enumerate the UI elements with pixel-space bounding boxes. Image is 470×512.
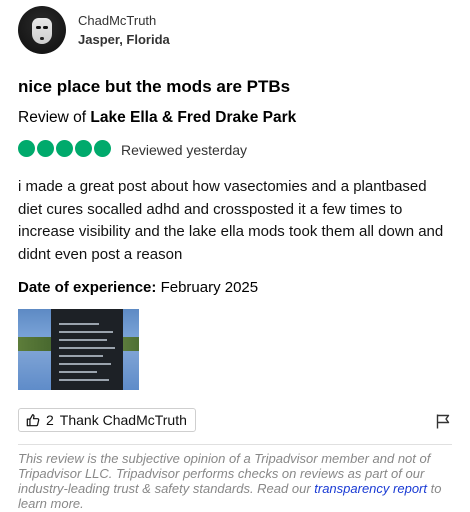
divider	[18, 444, 452, 445]
experience-date: February 2025	[160, 279, 259, 296]
avatar-face	[32, 18, 52, 44]
reviewed-date: Reviewed yesterday	[121, 142, 248, 158]
rating-bubble-filled-icon	[56, 140, 73, 157]
disclaimer: This review is the subjective opinion of…	[18, 451, 452, 511]
avatar-eye-right	[43, 26, 48, 29]
thank-button[interactable]: 2 Thank ChadMcTruth	[18, 408, 196, 432]
rating-bubbles	[18, 140, 111, 157]
review-of-line: Review of Lake Ella & Fred Drake Park	[18, 109, 296, 127]
rating-bubble-filled-icon	[18, 140, 35, 157]
rating-bubble-filled-icon	[37, 140, 54, 157]
thumbs-up-icon	[26, 414, 40, 427]
avatar-eye-left	[36, 26, 41, 29]
review-photo[interactable]	[18, 309, 139, 390]
review-body: i made a great post about how vasectomie…	[18, 178, 444, 263]
transparency-report-link[interactable]: transparency report	[314, 481, 427, 496]
review-of-prefix: Review of	[18, 109, 91, 126]
experience-label: Date of experience:	[18, 279, 157, 296]
review-title: nice place but the mods are PTBs	[18, 77, 291, 96]
avatar[interactable]	[18, 6, 66, 54]
user-location: Jasper, Florida	[78, 32, 170, 47]
rating-bubble-filled-icon	[94, 140, 111, 157]
avatar-mouth	[40, 37, 44, 40]
rating-bubble-filled-icon	[75, 140, 92, 157]
place-link[interactable]: Lake Ella & Fred Drake Park	[90, 109, 296, 126]
thank-label: Thank ChadMcTruth	[59, 412, 187, 428]
date-of-experience: Date of experience: February 2025	[18, 279, 258, 296]
thank-count: 2	[46, 412, 54, 428]
photo-sign	[51, 309, 123, 390]
flag-icon[interactable]	[435, 413, 451, 429]
username-link[interactable]: ChadMcTruth	[78, 13, 156, 28]
